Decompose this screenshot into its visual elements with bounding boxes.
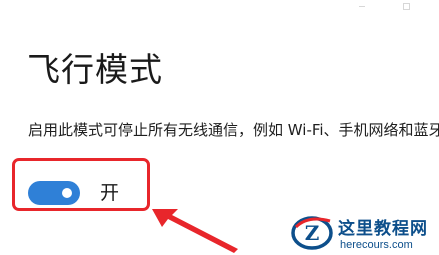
toggle-knob (62, 188, 72, 198)
page-title: 飞行模式 (27, 50, 163, 89)
site-watermark: Z 这里教程网 herecours.com (290, 210, 439, 254)
airplane-mode-toggle[interactable] (28, 181, 80, 205)
airplane-mode-description: 启用此模式可停止所有无线通信，例如 Wi-Fi、手机网络和蓝牙 (28, 121, 439, 139)
minimize-icon[interactable] (359, 6, 365, 7)
maximize-icon[interactable] (403, 3, 410, 10)
airplane-mode-toggle-row: 开 (28, 180, 119, 206)
window-controls (319, 0, 439, 18)
watermark-name: 这里教程网 (338, 219, 428, 239)
watermark-url: herecours.com (340, 239, 413, 251)
toggle-state-label: 开 (100, 182, 120, 204)
svg-text:Z: Z (305, 221, 320, 245)
red-arrow-icon (152, 209, 238, 253)
site-logo-icon: Z (291, 216, 333, 250)
